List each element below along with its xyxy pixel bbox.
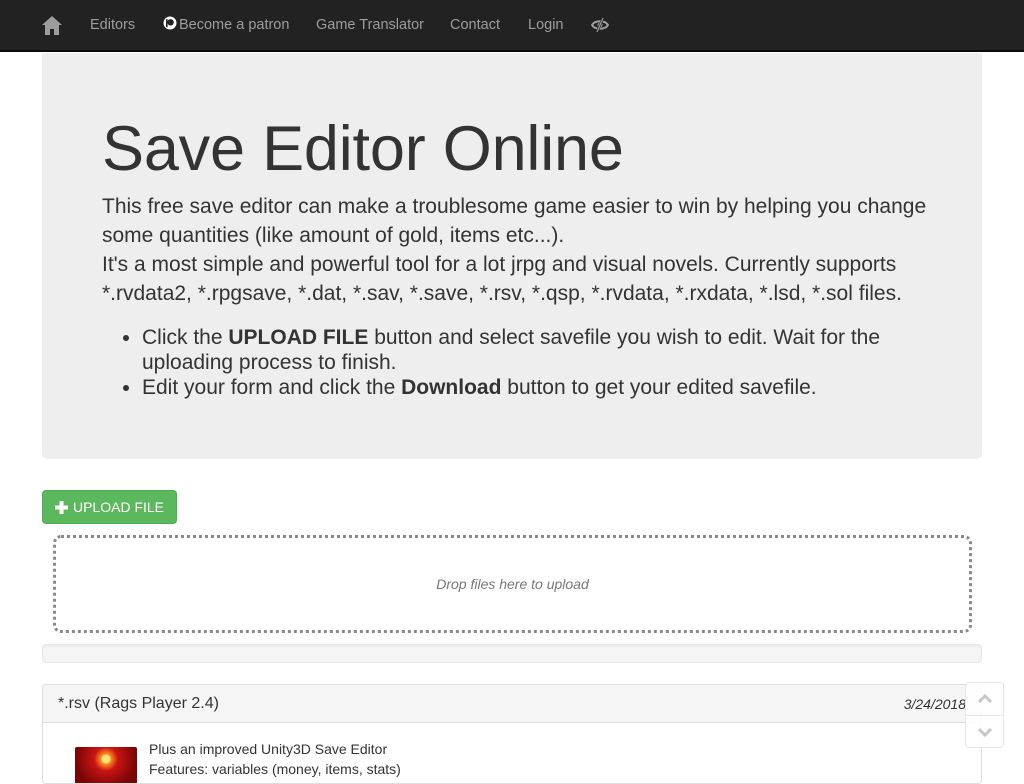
step-keyword: Download: [401, 376, 502, 399]
scroll-controls: [965, 682, 1004, 748]
news-panel: *.rsv (Rags Player 2.4) 3/24/2018 Plus a…: [42, 684, 982, 784]
instruction-step: Click the UPLOAD FILE button and select …: [142, 325, 902, 375]
chevron-down-icon: [977, 727, 992, 737]
step-keyword: UPLOAD FILE: [228, 326, 369, 349]
patreon-icon: [163, 16, 177, 30]
hero-jumbotron: Save Editor Online This free save editor…: [42, 53, 982, 459]
news-line: Plus an improved Unity3D Save Editor: [149, 741, 388, 757]
instruction-step: Edit your form and click the Download bu…: [142, 375, 902, 400]
nav-game-translator[interactable]: Game Translator: [316, 16, 424, 34]
upload-file-label: UPLOAD FILE: [72, 499, 165, 515]
hero-lead-2: It's a most simple and powerful tool for…: [102, 253, 902, 305]
instruction-list: Click the UPLOAD FILE button and select …: [102, 325, 902, 400]
news-date: 3/24/2018: [903, 695, 966, 712]
step-text: Edit your form and click the: [142, 376, 402, 399]
news-panel-heading: *.rsv (Rags Player 2.4) 3/24/2018: [43, 685, 981, 723]
plus-icon: [54, 500, 68, 514]
home-icon[interactable]: [41, 15, 63, 36]
file-dropzone[interactable]: Drop files here to upload: [53, 535, 972, 633]
nav-editors[interactable]: Editors: [90, 16, 135, 34]
nav-become-patron[interactable]: Become a patron: [163, 16, 289, 34]
hero-description: This free save editor can make a trouble…: [102, 192, 932, 308]
upload-progress-bar: [42, 644, 982, 663]
nav-become-patron-label: Become a patron: [179, 17, 290, 33]
news-description: Plus an improved Unity3D Save Editor Fea…: [149, 739, 401, 779]
nav-contact[interactable]: Contact: [450, 16, 500, 34]
scroll-down-button[interactable]: [966, 715, 1003, 747]
top-navbar: Editors Become a patron Game Translator …: [0, 0, 1024, 52]
step-text: button to get your edited savefile.: [501, 376, 817, 399]
upload-file-button[interactable]: UPLOAD FILE: [42, 490, 177, 524]
hero-lead-1: This free save editor can make a trouble…: [102, 195, 927, 247]
page-title: Save Editor Online: [102, 114, 624, 184]
news-line: Features: variables (money, items, stats…: [149, 761, 401, 777]
news-title: *.rsv (Rags Player 2.4): [58, 694, 219, 712]
step-text: Click the: [142, 326, 229, 349]
scroll-up-button[interactable]: [966, 683, 1003, 715]
chevron-up-icon: [977, 694, 992, 704]
eye-slash-icon[interactable]: [591, 16, 609, 34]
nav-login[interactable]: Login: [528, 16, 563, 34]
news-thumbnail: [75, 747, 137, 783]
dropzone-hint: Drop files here to upload: [436, 576, 589, 592]
